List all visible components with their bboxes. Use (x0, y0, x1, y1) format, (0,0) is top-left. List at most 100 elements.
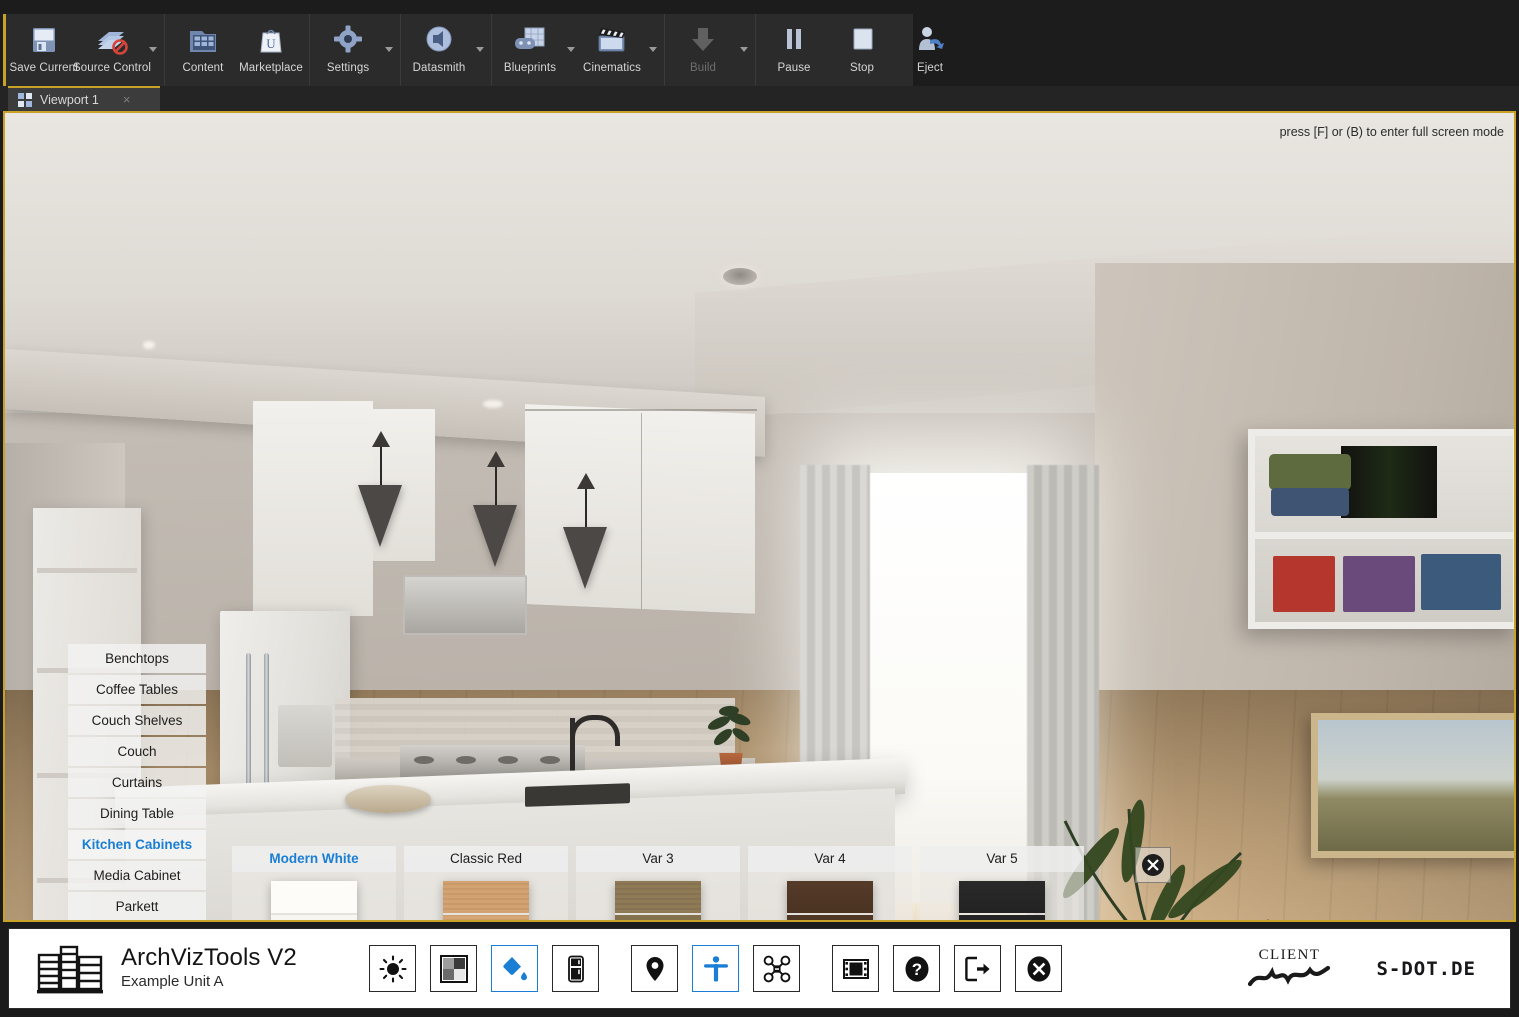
video-tool-button[interactable] (832, 945, 879, 992)
books (1341, 446, 1437, 518)
appliances-tool-button[interactable] (552, 945, 599, 992)
toolbar-group-browse: Content U Marketplace (165, 14, 310, 86)
material-card-title: Var 4 (748, 846, 912, 872)
tab-close-icon[interactable]: × (123, 93, 131, 106)
material-card-preview (920, 872, 1084, 920)
source-control-dropdown[interactable] (146, 14, 160, 84)
material-card-modern-white[interactable]: Modern White M_CHT_KICabs (232, 846, 396, 920)
content-label: Content (182, 62, 224, 74)
variant-item-couch[interactable]: Couch (68, 737, 206, 766)
toolbar-group-build: Build (665, 14, 756, 86)
material-card-preview (748, 872, 912, 920)
drone-icon (763, 955, 790, 982)
toolbar-group-datasmith: Datasmith (401, 14, 492, 86)
close-material-panel-button[interactable] (1135, 847, 1171, 883)
material-card-var-5[interactable]: Var 5 M_CHT_KICabs_Black (920, 846, 1084, 920)
settings-dropdown[interactable] (382, 14, 396, 84)
cinematics-label: Cinematics (583, 62, 641, 74)
editor-toolbar-strip: Save Current Source Control Content U Ma… (3, 14, 944, 86)
marketplace-label: Marketplace (239, 62, 303, 74)
source-control-icon (93, 20, 131, 60)
pendant-top (372, 431, 390, 447)
variant-item-dining-table[interactable]: Dining Table (68, 799, 206, 828)
tab-viewport-1[interactable]: Viewport 1 × (8, 86, 160, 111)
quit-button[interactable] (1015, 945, 1062, 992)
lighting-tool-button[interactable] (369, 945, 416, 992)
tab-viewport-label: Viewport 1 (40, 92, 99, 107)
editor-toolbar: Save Current Source Control Content U Ma… (0, 0, 1519, 86)
materials-tool-button[interactable] (491, 945, 538, 992)
settings-button[interactable]: Settings (314, 14, 382, 84)
client-logo: CLIENT (1246, 947, 1332, 990)
cinematics-button[interactable]: Cinematics (578, 14, 646, 84)
datasmith-dropdown[interactable] (473, 14, 487, 84)
drone-mode-button[interactable] (753, 945, 800, 992)
material-card-var-4[interactable]: Var 4 M_CHT_KICabs_DElm (748, 846, 912, 920)
eject-person-icon (913, 20, 947, 60)
stop-button[interactable]: Stop (828, 14, 896, 84)
cinematics-dropdown[interactable] (646, 14, 660, 84)
toolbar-group-play: Pause Stop Eject (756, 14, 968, 86)
help-button[interactable]: ? (893, 945, 940, 992)
person-icon (703, 955, 728, 981)
question-mark-icon: ? (905, 955, 928, 982)
content-browser-button[interactable]: Content (169, 14, 237, 84)
variant-item-parkett[interactable]: Parkett (68, 892, 206, 920)
paint-bucket-icon (502, 956, 527, 980)
toolbar-group-file: Save Current Source Control (6, 14, 165, 86)
marketplace-bag-icon: U (254, 20, 288, 60)
eject-label: Eject (916, 62, 944, 74)
source-control-label: Source Control (72, 62, 152, 74)
fullscreen-hint: press [F] or (B) to enter full screen mo… (1279, 125, 1504, 139)
pendant-top (577, 473, 595, 489)
build-dropdown[interactable] (737, 14, 751, 84)
variant-item-kitchen-cabinets[interactable]: Kitchen Cabinets (68, 830, 206, 859)
app-subtitle: Example Unit A (121, 973, 224, 991)
upper-cabinet (525, 404, 755, 615)
cabinet-door-preview (443, 881, 529, 920)
variant-item-coffee-tables[interactable]: Coffee Tables (68, 675, 206, 704)
waypoints-tool-button[interactable] (631, 945, 678, 992)
fruit-bowl (345, 785, 431, 813)
build-button[interactable]: Build (669, 14, 737, 84)
viewport-3d[interactable]: press [F] or (B) to enter full screen mo… (3, 111, 1516, 922)
walk-mode-button[interactable] (692, 945, 739, 992)
fridge-icon (567, 955, 584, 982)
variant-item-media-cabinet[interactable]: Media Cabinet (68, 861, 206, 890)
variant-item-benchtops[interactable]: Benchtops (68, 644, 206, 673)
tab-strip: Viewport 1 × (0, 86, 1519, 111)
gear-icon (331, 20, 365, 60)
material-card-classic-red[interactable]: Classic Red M_CHT_KICabs_Oak (404, 846, 568, 920)
microwave (403, 575, 527, 635)
pause-button[interactable]: Pause (760, 14, 828, 84)
client-logo-word: CLIENT (1258, 947, 1321, 963)
source-control-button[interactable]: Source Control (73, 14, 151, 84)
storage-box-blue (1421, 554, 1501, 610)
pendant-lamp (358, 485, 402, 547)
faucet (570, 715, 620, 746)
app-title: ArchVizTools V2 (121, 944, 297, 972)
ceiling-downlight (483, 400, 503, 408)
cabinet-seam (525, 409, 757, 411)
datasmith-button[interactable]: Datasmith (405, 14, 473, 84)
filmstrip-icon (842, 958, 869, 979)
variant-item-curtains[interactable]: Curtains (68, 768, 206, 797)
material-card-preview (404, 872, 568, 920)
blueprints-button[interactable]: Blueprints (496, 14, 564, 84)
material-card-var-3[interactable]: Var 3 M_CHT_KICabs_Oak_IAsh (576, 846, 740, 920)
pendant-lamp (563, 527, 607, 589)
material-card-row: Modern White M_CHT_KICabs Classic Red M_… (232, 846, 1084, 920)
marketplace-button[interactable]: U Marketplace (237, 14, 305, 84)
save-current-label: Save Current (9, 62, 79, 74)
logout-icon (964, 956, 990, 981)
quality-tool-button[interactable] (430, 945, 477, 992)
sun-icon (378, 954, 407, 983)
stop-label: Stop (849, 62, 875, 74)
variant-item-couch-shelves[interactable]: Couch Shelves (68, 706, 206, 735)
brand-logo-sdot: S-DOT.DE (1376, 957, 1476, 980)
save-current-button[interactable]: Save Current (10, 14, 78, 84)
eject-button[interactable]: Eject (896, 14, 964, 84)
exit-button[interactable] (954, 945, 1001, 992)
blueprints-dropdown[interactable] (564, 14, 578, 84)
svg-text:?: ? (911, 960, 921, 979)
